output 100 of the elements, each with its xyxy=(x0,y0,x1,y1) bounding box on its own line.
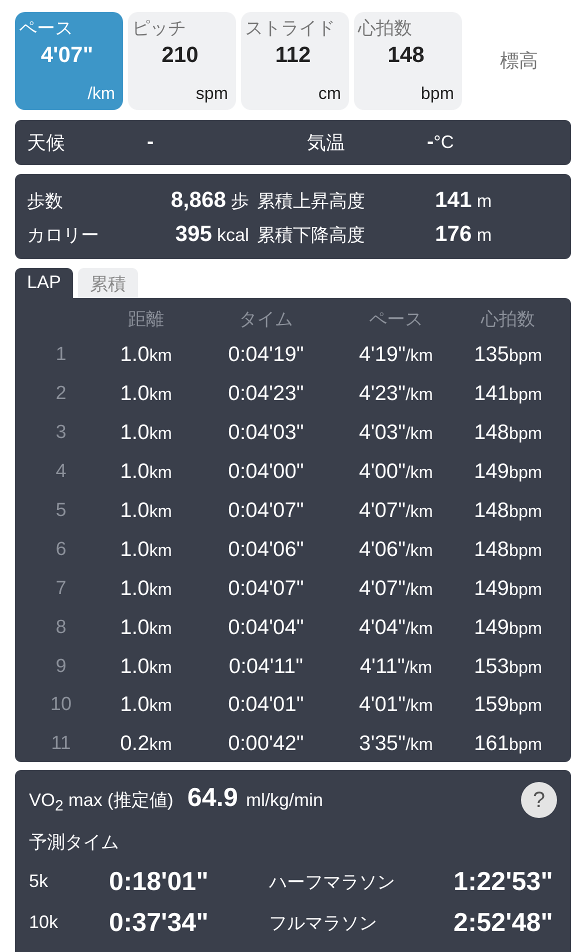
metric-unit: /km xyxy=(86,84,115,104)
metric-tab[interactable]: ストライド 112 cm xyxy=(241,12,349,110)
metric-label: ピッチ xyxy=(132,17,187,40)
predicted-time: 0:18'01" xyxy=(109,866,210,897)
table-cell-text: 1.0km xyxy=(119,654,173,679)
weather-value: -°C xyxy=(427,131,455,154)
summary-value: 176 m xyxy=(434,220,493,246)
table-cell-text: 0:04'07" xyxy=(227,499,305,523)
table-cell-text: 1.0km xyxy=(119,499,173,523)
lap-number: 8 xyxy=(54,616,68,639)
lap-number: 4 xyxy=(54,461,68,484)
predicted-time: 2:52'48" xyxy=(452,907,554,938)
table-cell-text: 148bpm xyxy=(472,538,544,562)
table-cell-text: 1.0km xyxy=(119,421,173,446)
vo2-value: 64.9 xyxy=(187,782,238,813)
table-cell-text: 1.0km xyxy=(119,538,173,562)
metric-tab[interactable]: ピッチ 210 spm xyxy=(128,12,236,110)
weather-label: 気温 xyxy=(307,132,346,156)
lap-number: 6 xyxy=(54,538,68,561)
predicted-time: 0:37'34" xyxy=(109,907,210,938)
metric-value: 112 xyxy=(274,42,312,68)
table-cell-text: 0:04'06" xyxy=(227,538,305,562)
summary-label: カロリー xyxy=(27,224,100,246)
summary-label: 歩数 xyxy=(27,190,64,212)
table-cell-text: 1.0km xyxy=(119,616,173,640)
table-cell-text: 0:04'11" xyxy=(228,654,304,679)
lap-number: 11 xyxy=(50,733,72,756)
table-cell-text: 153bpm xyxy=(472,654,544,679)
metric-tab[interactable]: 心拍数 148 bpm xyxy=(354,12,462,110)
summary-value: 395 kcal xyxy=(174,220,250,246)
column-header: 心拍数 xyxy=(480,308,536,331)
lap-number: 2 xyxy=(54,383,68,406)
table-cell-text: 0:04'03" xyxy=(227,421,305,446)
table-cell-text: 148bpm xyxy=(472,421,544,446)
race-label: ハーフマラソン xyxy=(269,870,396,894)
table-cell-text: 1.0km xyxy=(119,343,173,368)
metric-unit: bpm xyxy=(420,84,454,104)
table-cell-text: 3'35"/km xyxy=(358,732,434,756)
table-cell-text: 148bpm xyxy=(472,499,544,523)
race-label: 5k xyxy=(29,871,50,892)
metric-unit: spm xyxy=(194,84,228,104)
lap-number: 3 xyxy=(54,422,68,444)
metric-value: 210 xyxy=(160,42,200,68)
metric-value: 148 xyxy=(386,42,426,68)
prediction-title: 予測タイム xyxy=(29,831,120,854)
table-cell-text: 1.0km xyxy=(119,382,173,406)
table-cell-text: 159bpm xyxy=(472,693,544,718)
summary-value: 141 m xyxy=(434,186,493,212)
metric-value: 4'07" xyxy=(40,42,94,68)
table-cell-text: 4'19"/km xyxy=(358,343,434,368)
table-cell-text: 4'23"/km xyxy=(358,382,434,406)
metric-label: ペース xyxy=(19,17,74,40)
table-cell-text: 4'06"/km xyxy=(358,538,434,562)
table-cell-text: 1.0km xyxy=(119,576,173,601)
table-cell-text: 1.0km xyxy=(119,693,173,718)
table-cell-text: 4'07"/km xyxy=(358,499,434,523)
table-cell-text: 4'03"/km xyxy=(358,421,434,446)
weather-label: 天候 xyxy=(27,132,66,156)
table-cell-text: 0:04'19" xyxy=(227,343,305,368)
table-cell-text: 4'00"/km xyxy=(358,460,434,484)
table-cell-text: 0:00'42" xyxy=(227,732,305,756)
metric-label: 心拍数 xyxy=(358,17,413,40)
help-button[interactable]: ? xyxy=(521,782,557,818)
table-cell-text: 0:04'00" xyxy=(227,460,305,484)
summary-label: 累積下降高度 xyxy=(257,224,366,246)
lap-number: 7 xyxy=(54,578,68,600)
vo2-label: VO$_{2}$ max (推定値) xyxy=(29,789,174,815)
column-header: ペース xyxy=(368,308,424,331)
table-cell-text: 0.2km xyxy=(119,732,173,756)
summary-value: 8,868 歩 xyxy=(170,186,250,212)
table-cell-text: 149bpm xyxy=(472,460,544,484)
table-cell-text: 0:04'01" xyxy=(227,693,305,718)
table-cell-text: 149bpm xyxy=(472,616,544,640)
table-cell-text: 0:04'23" xyxy=(227,382,305,406)
table-cell-text: 4'11"/km xyxy=(358,654,434,679)
lap-number: 10 xyxy=(49,694,73,716)
table-cell-text: 141bpm xyxy=(472,382,544,406)
vo2-unit: ml/kg/min xyxy=(246,790,323,811)
table-cell-text: 1.0km xyxy=(119,460,173,484)
table-cell-text: 4'07"/km xyxy=(358,576,434,601)
lap-number: 9 xyxy=(54,656,68,678)
race-label: 10k xyxy=(29,912,60,933)
table-cell-text: 0:04'04" xyxy=(227,616,305,640)
summary-label: 累積上昇高度 xyxy=(257,190,366,212)
metric-unit: cm xyxy=(317,84,341,104)
race-label: フルマラソン xyxy=(269,912,378,934)
table-cell-text: 149bpm xyxy=(472,576,544,601)
column-header: 距離 xyxy=(127,308,165,331)
predicted-time: 1:22'53" xyxy=(452,866,554,897)
table-cell-text: 135bpm xyxy=(472,343,544,368)
elevation-tab[interactable]: 標高 xyxy=(467,12,571,110)
metric-label: ストライド xyxy=(245,17,336,40)
weather-value: - xyxy=(147,131,155,154)
table-cell-text: 161bpm xyxy=(472,732,544,756)
column-header: タイム xyxy=(238,308,294,331)
tab[interactable]: LAP xyxy=(15,268,74,298)
lap-number: 1 xyxy=(54,344,68,366)
table-cell-text: 4'04"/km xyxy=(358,616,434,640)
lap-number: 5 xyxy=(54,500,68,522)
table-cell-text: 0:04'07" xyxy=(227,576,305,601)
